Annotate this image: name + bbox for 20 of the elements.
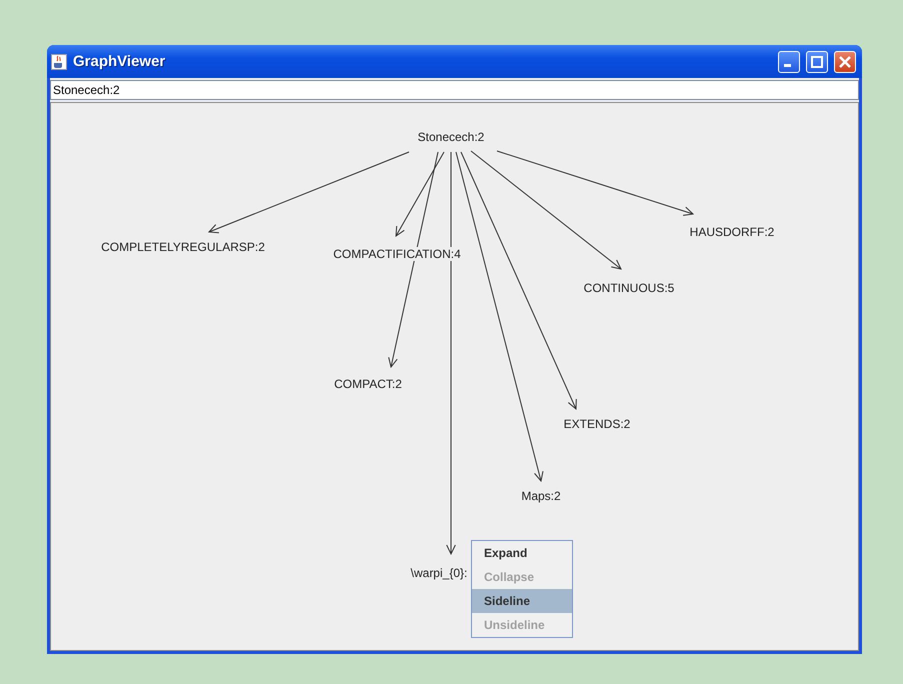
close-button[interactable] [834,50,856,72]
minimize-icon [784,64,790,67]
graph-node[interactable]: CONTINUOUS:5 [582,281,676,295]
selection-field[interactable]: Stonecech:2 [50,80,859,100]
window-title: GraphViewer [73,53,166,70]
menu-item[interactable]: Sideline [472,589,572,613]
graph-node[interactable]: COMPACT:2 [333,377,403,391]
graph-node[interactable]: COMPACTIFICATION:4 [332,247,462,261]
graph-node[interactable]: \warpi_{0}: [410,566,468,580]
graph-node[interactable]: Maps:2 [520,489,562,503]
minimize-button[interactable] [778,50,800,72]
graph-node[interactable]: COMPLETELYREGULARSP:2 [100,240,266,254]
menu-item[interactable]: Expand [472,541,572,565]
graph-node[interactable]: EXTENDS:2 [562,417,632,431]
maximize-button[interactable] [806,50,828,72]
close-icon [839,56,851,68]
graph-node[interactable]: Stonecech:2 [416,130,486,144]
graph-node[interactable]: HAUSDORFF:2 [688,225,776,239]
maximize-icon [811,56,823,68]
cup-icon [51,54,67,70]
